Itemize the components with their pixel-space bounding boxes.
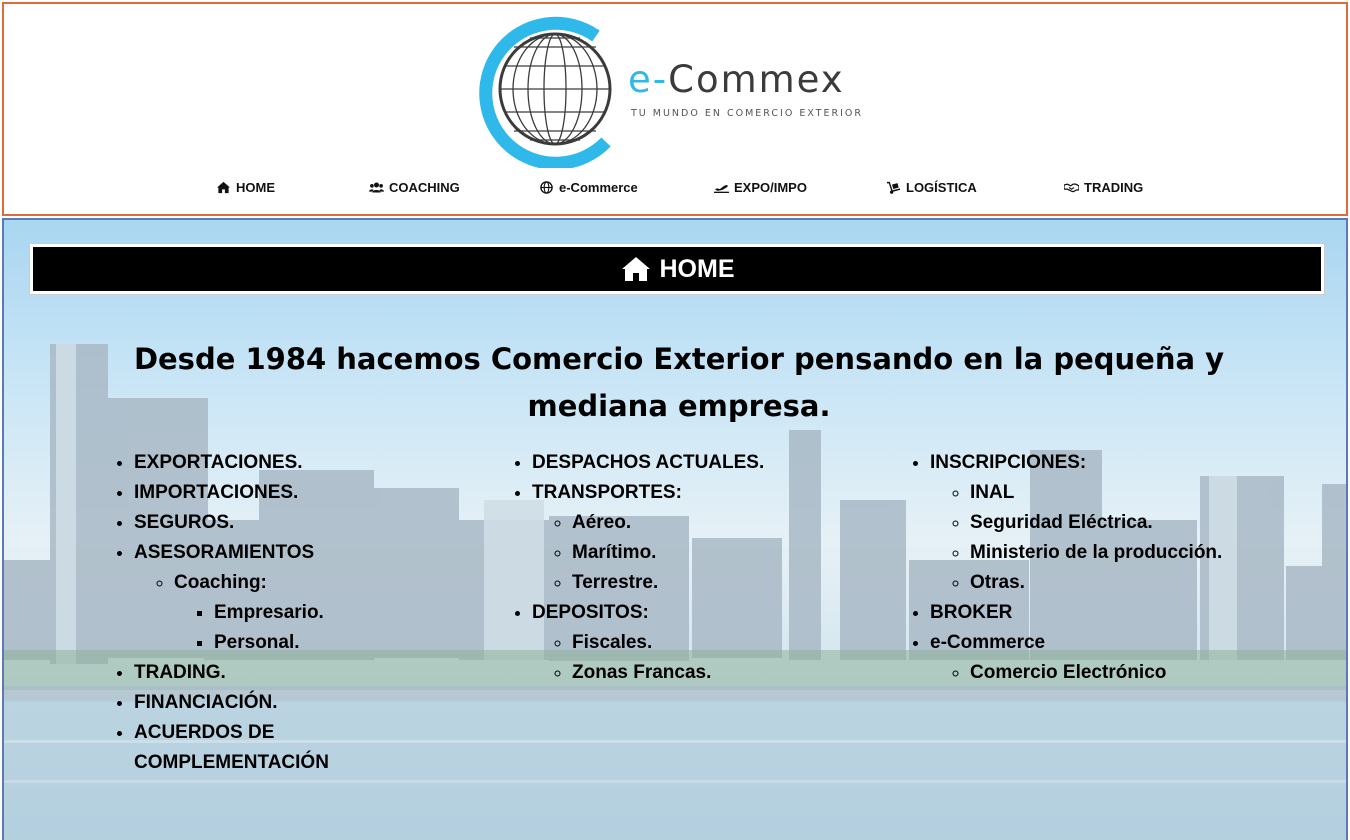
nav-ecommerce-label: e-Commerce [559, 180, 638, 195]
item-seguridad-electrica: Seguridad Eléctrica. [970, 512, 1153, 533]
nav-expo-impo[interactable]: EXPO/IMPO [714, 180, 807, 195]
nav-ecommerce[interactable]: e-Commerce [539, 180, 638, 195]
list-item: Empresario. [214, 598, 412, 628]
list-item: TRADING. [134, 658, 412, 688]
home-banner: HOME [30, 244, 1324, 294]
brand-name: e-Commex [628, 58, 845, 101]
item-transportes: TRANSPORTES: [532, 482, 682, 503]
globe-logo-icon [479, 16, 612, 168]
item-exportaciones: EXPORTACIONES. [134, 452, 303, 473]
nav-trading-label: TRADING [1084, 180, 1144, 195]
plane-icon [714, 185, 729, 193]
item-financiacion: FINANCIACIÓN. [134, 692, 278, 713]
brand-name-prefix: e- [628, 58, 669, 101]
item-terrestre: Terrestre. [572, 572, 659, 593]
item-ministerio: Ministerio de la producción. [970, 542, 1223, 563]
logo[interactable]: e-Commex TU MUNDO EN COMERCIO EXTERIOR [478, 14, 878, 168]
handshake-icon [1064, 183, 1079, 193]
list-item: Seguridad Eléctrica. [970, 508, 1328, 538]
list-item: Comercio Electrónico [970, 658, 1328, 688]
list-item: IMPORTACIONES. [134, 478, 412, 508]
users-icon [369, 182, 384, 193]
item-broker: BROKER [930, 602, 1013, 623]
page-headline: Desde 1984 hacemos Comercio Exterior pen… [133, 342, 1225, 423]
list-item: Fiscales. [572, 628, 870, 658]
list-item: Ministerio de la producción. [970, 538, 1328, 568]
dolly-icon [887, 181, 900, 194]
nav-home-label: HOME [236, 180, 275, 195]
brand-name-rest: Commex [668, 58, 845, 101]
nav-expo-impo-label: EXPO/IMPO [734, 180, 807, 195]
list-item: Coaching: Empresario. Personal. [174, 568, 412, 658]
main-nav: HOME COACHING e-Commerce EXPO/IMPO LOGÍS… [4, 180, 1346, 202]
nav-logistica-label: LOGÍSTICA [906, 180, 977, 195]
item-coaching: Coaching: [174, 572, 267, 593]
nav-trading[interactable]: TRADING [1064, 180, 1143, 195]
item-comercio-electronico: Comercio Electrónico [970, 662, 1167, 683]
list-item: BROKER [930, 598, 1328, 628]
list-item: ACUERDOS DE COMPLEMENTACIÓN [134, 718, 412, 778]
item-importaciones: IMPORTACIONES. [134, 482, 299, 503]
list-item: TRANSPORTES: Aéreo. Marítimo. Terrestre. [532, 478, 870, 598]
nav-coaching[interactable]: COACHING [369, 180, 460, 195]
list-item: FINANCIACIÓN. [134, 688, 412, 718]
list-item: ASESORAMIENTOS Coaching: Empresario. Per… [134, 538, 412, 658]
item-otras: Otras. [970, 572, 1025, 593]
list-item: DESPACHOS ACTUALES. [532, 448, 870, 478]
list-item: Otras. [970, 568, 1328, 598]
item-empresario: Empresario. [214, 602, 324, 623]
globe-icon [540, 181, 553, 194]
list-item: e-Commerce Comercio Electrónico [930, 628, 1328, 688]
item-seguros: SEGUROS. [134, 512, 235, 533]
home-icon [217, 181, 230, 194]
list-item: DEPOSITOS: Fiscales. Zonas Francas. [532, 598, 870, 688]
services-column-2: DESPACHOS ACTUALES. TRANSPORTES: Aéreo. … [510, 448, 870, 688]
item-depositos: DEPOSITOS: [532, 602, 649, 623]
banner-title: HOME [659, 254, 735, 283]
item-inscripciones: INSCRIPCIONES: [930, 452, 1087, 473]
services-column-1: EXPORTACIONES. IMPORTACIONES. SEGUROS. A… [112, 448, 412, 778]
item-aereo: Aéreo. [572, 512, 632, 533]
nav-logistica[interactable]: LOGÍSTICA [886, 180, 977, 195]
item-fiscales: Fiscales. [572, 632, 653, 653]
site-header: e-Commex TU MUNDO EN COMERCIO EXTERIOR H… [2, 2, 1348, 216]
item-trading: TRADING. [134, 662, 226, 683]
list-item: Terrestre. [572, 568, 870, 598]
item-personal: Personal. [214, 632, 300, 653]
services-column-3: INSCRIPCIONES: INAL Seguridad Eléctrica.… [908, 448, 1328, 688]
item-acuerdos: ACUERDOS DE COMPLEMENTACIÓN [134, 722, 329, 773]
main-content: HOME Desde 1984 hacemos Comercio Exterio… [2, 218, 1348, 840]
list-item: Zonas Francas. [572, 658, 870, 688]
list-item: SEGUROS. [134, 508, 412, 538]
list-item: EXPORTACIONES. [134, 448, 412, 478]
brand-tagline: TU MUNDO EN COMERCIO EXTERIOR [631, 108, 863, 119]
item-inal: INAL [970, 482, 1015, 503]
nav-coaching-label: COACHING [389, 180, 460, 195]
list-item: INSCRIPCIONES: INAL Seguridad Eléctrica.… [930, 448, 1328, 598]
list-item: INAL [970, 478, 1328, 508]
item-ecommerce: e-Commerce [930, 632, 1046, 653]
list-item: Personal. [214, 628, 412, 658]
nav-home[interactable]: HOME [216, 180, 275, 195]
item-zonas-francas: Zonas Francas. [572, 662, 712, 683]
list-item: Aéreo. [572, 508, 870, 538]
item-despachos: DESPACHOS ACTUALES. [532, 452, 765, 473]
list-item: Marítimo. [572, 538, 870, 568]
item-asesoramientos: ASESORAMIENTOS [134, 542, 315, 563]
home-icon [621, 257, 650, 281]
item-maritimo: Marítimo. [572, 542, 657, 563]
